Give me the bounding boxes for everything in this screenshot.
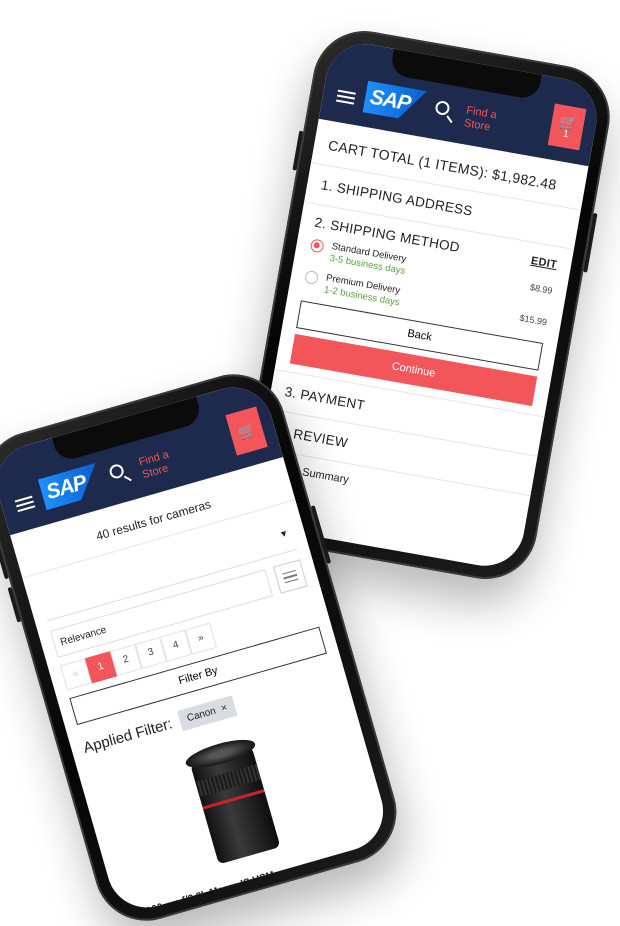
cart-icon: 🛒 (558, 112, 579, 131)
product-image[interactable] (179, 733, 289, 870)
sap-logo[interactable]: SAP (363, 81, 428, 123)
cart-icon: 🛒 (235, 420, 258, 442)
applied-filter-label: Applied Filter: (81, 715, 175, 757)
hamburger-icon[interactable] (14, 495, 36, 513)
caret-down-icon: ▼ (278, 527, 290, 540)
page-next[interactable]: » (184, 622, 218, 655)
radio-icon[interactable] (304, 269, 320, 285)
volume-button (0, 543, 9, 580)
cart-button[interactable]: 🛒 1 (547, 103, 587, 151)
volume-button (292, 130, 304, 171)
edit-link[interactable]: EDIT (530, 254, 558, 270)
chip-label: Canon (185, 705, 218, 725)
search-icon[interactable] (432, 99, 457, 124)
close-icon[interactable]: × (220, 702, 229, 714)
cart-count: 1 (562, 127, 570, 140)
option-price: $15.99 (518, 312, 548, 328)
filter-chip-canon[interactable]: Canon × (176, 695, 238, 732)
find-store-link[interactable]: Find a Store (137, 445, 186, 482)
cart-button[interactable]: 🛒 (225, 406, 268, 456)
find-store-link[interactable]: Find a Store (463, 104, 511, 137)
radio-checked-icon[interactable] (309, 238, 325, 254)
step-label: 3. PAYMENT (283, 384, 367, 413)
sap-logo[interactable]: SAP (38, 463, 104, 510)
power-button (583, 212, 598, 273)
hamburger-icon[interactable] (335, 89, 356, 105)
option-price: $8.99 (529, 282, 554, 296)
list-view-icon[interactable] (273, 559, 308, 594)
volume-button (7, 586, 22, 623)
search-icon[interactable] (107, 460, 134, 487)
